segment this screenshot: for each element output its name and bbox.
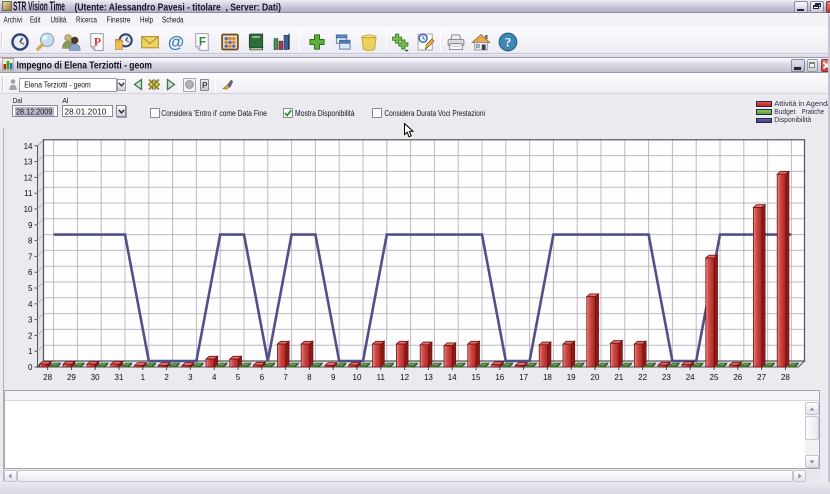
svg-text:Scheda: Scheda: [162, 16, 184, 25]
svg-text:Considera 'Entro il' come Data: Considera 'Entro il' come Data Fine: [161, 109, 267, 118]
svg-text:2: 2: [164, 373, 169, 382]
svg-text:STR Vision Time: STR Vision Time: [13, 0, 65, 14]
svg-text:2: 2: [28, 331, 33, 340]
svg-text:24: 24: [686, 373, 695, 382]
svg-text:25: 25: [710, 373, 719, 382]
svg-text:Mostra Disponibilità: Mostra Disponibilità: [295, 109, 355, 118]
svg-text:Dal: Dal: [13, 96, 23, 105]
svg-text:18: 18: [543, 373, 552, 382]
svg-text:16: 16: [495, 373, 504, 382]
svg-text:5: 5: [236, 373, 241, 382]
svg-text:20: 20: [591, 373, 600, 382]
svg-text:14: 14: [24, 142, 33, 151]
svg-text:13: 13: [24, 158, 33, 167]
svg-text:3: 3: [188, 373, 193, 382]
svg-text:26: 26: [733, 373, 742, 382]
svg-text:4: 4: [28, 300, 33, 309]
svg-text:9: 9: [28, 221, 33, 230]
svg-text:5: 5: [28, 284, 33, 293]
svg-text:3: 3: [28, 316, 33, 325]
svg-text:Considera Durata Voci Prestazi: Considera Durata Voci Prestazioni: [384, 109, 485, 118]
svg-text:12: 12: [24, 173, 33, 182]
svg-text:8: 8: [28, 237, 33, 246]
svg-text:Edit: Edit: [30, 16, 41, 25]
svg-text:30: 30: [91, 373, 100, 382]
svg-text:15: 15: [472, 373, 481, 382]
svg-text:22: 22: [638, 373, 647, 382]
svg-text:11: 11: [24, 189, 33, 198]
svg-text:1: 1: [141, 373, 146, 382]
svg-text:29: 29: [67, 373, 76, 382]
svg-text:(Utente: Alessandro Pavesi - t: (Utente: Alessandro Pavesi - titolare , …: [75, 2, 282, 13]
svg-text:6: 6: [260, 373, 265, 382]
svg-text:10: 10: [353, 373, 362, 382]
svg-text:28.01.2010: 28.01.2010: [64, 108, 106, 117]
svg-text:28: 28: [43, 373, 52, 382]
svg-text:23: 23: [662, 373, 671, 382]
svg-text:Finestre: Finestre: [107, 16, 131, 25]
svg-text:9: 9: [331, 373, 336, 382]
svg-text:19: 19: [567, 373, 576, 382]
svg-text:28.12.2009: 28.12.2009: [16, 108, 53, 117]
svg-text:6: 6: [28, 268, 33, 277]
svg-text:7: 7: [28, 252, 33, 261]
svg-text:Al: Al: [62, 96, 68, 105]
svg-text:0: 0: [28, 363, 33, 372]
svg-text:7: 7: [283, 373, 288, 382]
svg-text:Disponibilità: Disponibilità: [774, 115, 812, 124]
svg-text:27: 27: [757, 373, 766, 382]
svg-text:17: 17: [519, 373, 528, 382]
svg-text:Utilità: Utilità: [51, 16, 67, 25]
svg-text:11: 11: [377, 373, 386, 382]
svg-text:28: 28: [781, 373, 790, 382]
svg-text:21: 21: [614, 373, 623, 382]
svg-text:Archivi: Archivi: [4, 16, 23, 25]
svg-text:14: 14: [448, 373, 457, 382]
svg-text:4: 4: [212, 373, 217, 382]
svg-text:12: 12: [400, 373, 409, 382]
svg-text:Ricerca: Ricerca: [76, 16, 97, 25]
svg-text:Help: Help: [140, 16, 153, 25]
svg-text:10: 10: [24, 205, 33, 214]
svg-text:Elena Terziotti - geom: Elena Terziotti - geom: [24, 80, 91, 89]
svg-text:1: 1: [28, 347, 33, 356]
svg-text:31: 31: [115, 373, 124, 382]
svg-text:8: 8: [307, 373, 312, 382]
svg-text:13: 13: [424, 373, 433, 382]
svg-text:Impegno di Elena Terziotti - g: Impegno di Elena Terziotti - geom: [17, 60, 153, 71]
